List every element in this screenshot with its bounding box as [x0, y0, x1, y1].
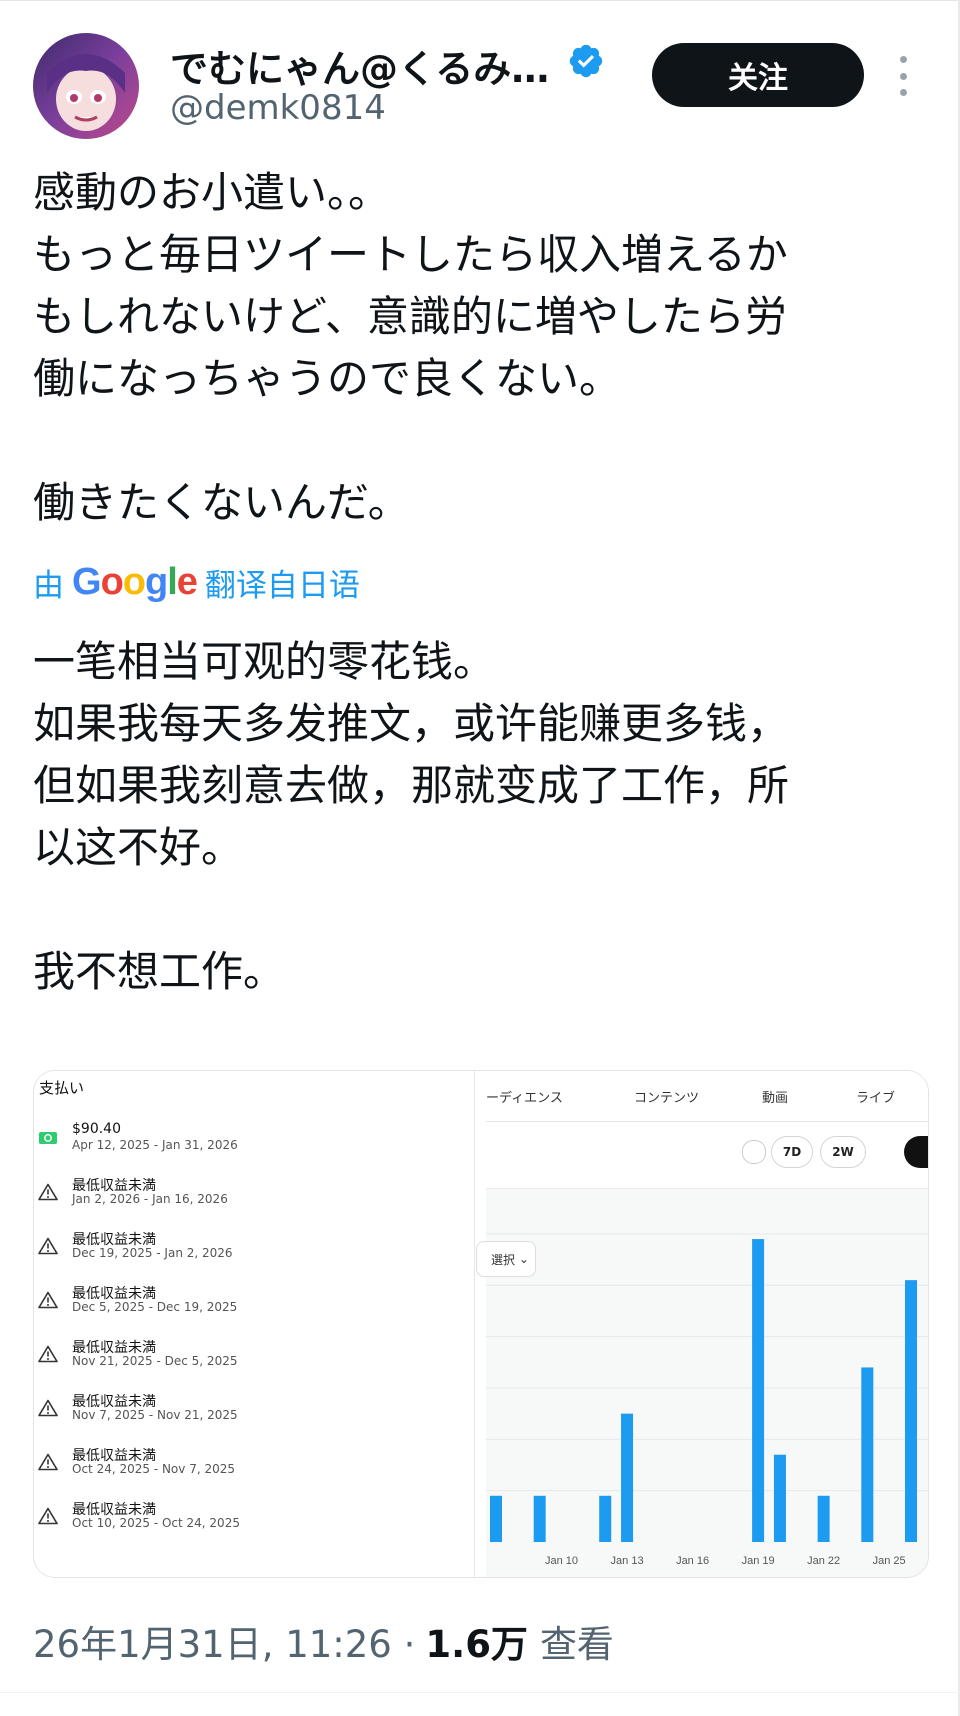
translate-suffix: 翻译自日语 — [204, 568, 360, 604]
payment-row: 最低収益未満 Jan 2, 2026 - Jan 16, 2026 — [34, 1175, 464, 1225]
chart-bar — [533, 1495, 546, 1542]
payment-row: $90.40 Apr 12, 2025 - Jan 31, 2026 — [34, 1121, 464, 1171]
payment-date-range: Oct 10, 2025 - Oct 24, 2025 — [72, 1516, 240, 1530]
timestamp[interactable]: 26年1月31日, 11:26 · — [33, 1614, 415, 1668]
x-tick-label: Jan 25 — [873, 1555, 906, 1567]
warning-icon — [38, 1507, 58, 1525]
payment-date-range: Apr 12, 2025 - Jan 31, 2026 — [72, 1138, 238, 1152]
x-tick-label: Jan 22 — [807, 1555, 840, 1567]
select-label: 選択 — [491, 1252, 516, 1267]
range-2w-button: 2W — [820, 1136, 866, 1168]
tab-video: 動画 — [762, 1091, 789, 1106]
top-border — [0, 0, 960, 1]
display-name[interactable]: でむにゃん@くるみ… — [170, 38, 549, 93]
calendar-icon — [742, 1140, 766, 1164]
payment-date-range: Dec 5, 2025 - Dec 19, 2025 — [72, 1300, 238, 1314]
translate-prefix: 由 — [33, 568, 64, 604]
chart-bar — [773, 1454, 786, 1542]
payment-row: 最低収益未満 Oct 10, 2025 - Oct 24, 2025 — [34, 1499, 464, 1549]
analytics-tabs: ーディエンス コンテンツ 動画 ライブ — [486, 1071, 928, 1122]
chart-bar — [905, 1280, 917, 1542]
view-label: 查看 — [539, 1623, 614, 1666]
payment-row: 最低収益未満 Dec 5, 2025 - Dec 19, 2025 — [34, 1283, 464, 1333]
select-dropdown: 選択 ⌄ — [476, 1241, 536, 1277]
payment-date-range: Oct 24, 2025 - Nov 7, 2025 — [72, 1462, 235, 1476]
chart-bar — [752, 1239, 765, 1542]
tweet-media[interactable]: 支払い $90.40 Apr 12, 2025 - Jan 31, 2026 最低収… — [33, 1070, 929, 1578]
footer-divider — [0, 1692, 960, 1693]
payment-date-range: Nov 7, 2025 - Nov 21, 2025 — [72, 1408, 238, 1422]
x-tick-label: Jan 19 — [742, 1555, 775, 1567]
google-logo-icon: Google — [72, 561, 198, 603]
analytics-controls: 7D 2W — [486, 1122, 928, 1189]
avatar[interactable] — [33, 33, 139, 139]
money-icon — [39, 1132, 57, 1144]
payment-row: 最低収益未満 Oct 24, 2025 - Nov 7, 2025 — [34, 1445, 464, 1495]
warning-icon — [38, 1399, 58, 1417]
warning-icon — [38, 1183, 58, 1201]
tweet-meta: 26年1月31日, 11:26 · 1.6万 查看 — [33, 1614, 614, 1668]
payment-date-range: Dec 19, 2025 - Jan 2, 2026 — [72, 1246, 233, 1260]
payment-date-range: Nov 21, 2025 - Dec 5, 2025 — [72, 1354, 238, 1368]
view-count: 1.6万 — [425, 1623, 528, 1666]
tab-live: ライブ — [856, 1091, 896, 1106]
chart-bar — [490, 1495, 502, 1542]
analytics-screenshot: ーディエンス コンテンツ 動画 ライブ 7D 2W Jan 10 Jan 13 Ja… — [476, 1071, 928, 1577]
payment-label: $90.40 — [72, 1121, 121, 1137]
payments-title: 支払い — [39, 1079, 85, 1097]
x-tick-label: Jan 13 — [611, 1555, 644, 1567]
translation-attribution[interactable]: 由 Google 翻译自日语 — [33, 560, 360, 605]
warning-icon — [38, 1345, 58, 1363]
user-handle[interactable]: @demk0814 — [170, 88, 386, 128]
warning-icon — [38, 1453, 58, 1471]
tweet-original-text: 感動のお小遣い。。 もっと毎日ツイートしたら収入増えるか もしれないけど、意識的… — [33, 168, 788, 527]
range-7d-button: 7D — [771, 1136, 813, 1168]
revenue-bar-chart: Jan 10 Jan 13 Jan 16 Jan 19 Jan 22 Jan 25 — [486, 1233, 928, 1567]
payment-row: 最低収益未満 Nov 21, 2025 - Dec 5, 2025 — [34, 1337, 464, 1387]
more-options-icon[interactable] — [896, 56, 910, 96]
chart-bar — [621, 1413, 634, 1542]
payment-row: 最低収益未満 Nov 7, 2025 - Nov 21, 2025 — [34, 1391, 464, 1441]
verified-badge-icon — [569, 44, 603, 78]
payment-row: 最低収益未満 Dec 19, 2025 - Jan 2, 2026 — [34, 1229, 464, 1279]
tab-audience: ーディエンス — [486, 1091, 563, 1106]
chart-bar — [861, 1367, 874, 1542]
warning-icon — [38, 1291, 58, 1309]
range-selected-button — [904, 1136, 928, 1168]
payments-screenshot: 支払い $90.40 Apr 12, 2025 - Jan 31, 2026 最低収… — [34, 1071, 475, 1577]
warning-icon — [38, 1237, 58, 1255]
chart-bar — [599, 1495, 612, 1542]
payment-date-range: Jan 2, 2026 - Jan 16, 2026 — [72, 1192, 228, 1206]
tweet-translated-text: 一笔相当可观的零花钱。 如果我每天多发推文，或许能赚更多钱， 但如果我刻意去做，… — [33, 637, 790, 996]
x-tick-label: Jan 16 — [676, 1555, 709, 1567]
x-tick-label: Jan 10 — [545, 1555, 578, 1567]
follow-button[interactable]: 关注 — [652, 43, 864, 107]
tab-content: コンテンツ — [634, 1091, 700, 1106]
chart-bar — [817, 1495, 830, 1542]
